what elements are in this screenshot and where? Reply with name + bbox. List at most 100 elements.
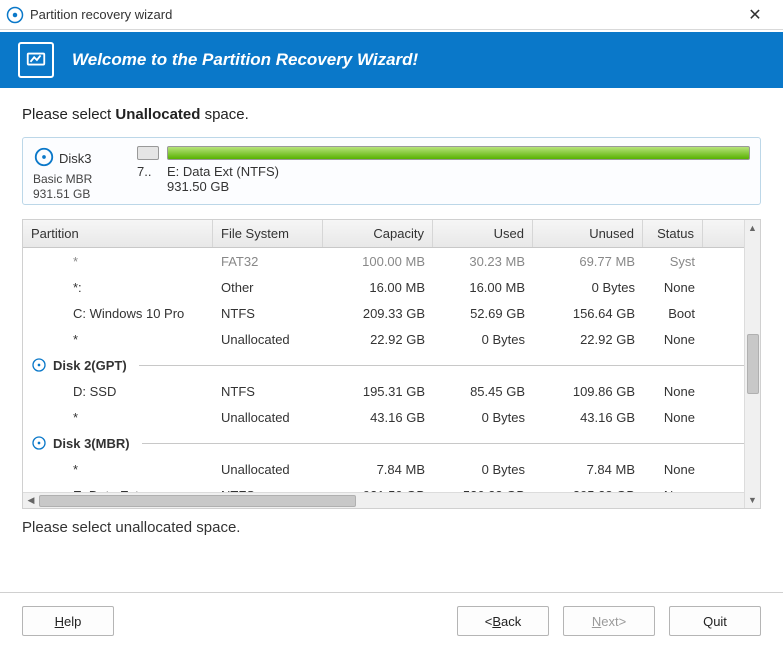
col-used[interactable]: Used xyxy=(433,220,533,247)
scroll-left-icon[interactable]: ◀ xyxy=(23,494,39,508)
cell-used: 0 Bytes xyxy=(433,462,533,477)
quit-button[interactable]: Quit xyxy=(669,606,761,636)
disk-group-row[interactable]: Disk 3(MBR) xyxy=(23,430,760,456)
cell-capacity: 22.92 GB xyxy=(323,332,433,347)
table-body: *FAT32100.00 MB30.23 MB69.77 MBSyst*:Oth… xyxy=(23,248,760,492)
cell-filesystem: Unallocated xyxy=(213,410,323,425)
table-row[interactable]: *Unallocated22.92 GB0 Bytes22.92 GBNone xyxy=(23,326,760,352)
cell-capacity: 195.31 GB xyxy=(323,384,433,399)
banner: Welcome to the Partition Recovery Wizard… xyxy=(0,32,783,88)
disk-group-icon xyxy=(31,357,47,373)
vertical-scrollbar[interactable]: ▲ ▼ xyxy=(744,220,760,508)
cell-filesystem: NTFS xyxy=(213,488,323,493)
segment-main[interactable]: E: Data Ext (NTFS) 931.50 GB xyxy=(167,146,750,196)
disk-group-row[interactable]: Disk 2(GPT) xyxy=(23,352,760,378)
cell-capacity: 7.84 MB xyxy=(323,462,433,477)
cell-status: Syst xyxy=(643,254,703,269)
cell-capacity: 931.50 GB xyxy=(323,488,433,493)
col-capacity[interactable]: Capacity xyxy=(323,220,433,247)
instruction-text: Please select Unallocated space. xyxy=(22,106,761,123)
horizontal-scrollbar[interactable]: ◀ ▶ xyxy=(23,492,760,508)
cell-status: None xyxy=(643,462,703,477)
cell-used: 30.23 MB xyxy=(433,254,533,269)
banner-text: Welcome to the Partition Recovery Wizard… xyxy=(72,50,418,70)
cell-filesystem: FAT32 xyxy=(213,254,323,269)
wizard-icon xyxy=(18,42,54,78)
table-row[interactable]: *Unallocated43.16 GB0 Bytes43.16 GBNone xyxy=(23,404,760,430)
cell-partition: *: xyxy=(23,280,213,295)
partition-table: Partition File System Capacity Used Unus… xyxy=(22,219,761,509)
table-row[interactable]: *Unallocated7.84 MB0 Bytes7.84 MBNone xyxy=(23,456,760,482)
segment-main-size: 931.50 GB xyxy=(167,179,750,194)
cell-filesystem: NTFS xyxy=(213,306,323,321)
cell-capacity: 100.00 MB xyxy=(323,254,433,269)
cell-used: 0 Bytes xyxy=(433,332,533,347)
disk-group-label: Disk 2(GPT) xyxy=(53,358,127,373)
cell-filesystem: Unallocated xyxy=(213,332,323,347)
table-row[interactable]: *:Other16.00 MB16.00 MB0 BytesNone xyxy=(23,274,760,300)
cell-partition: E: Data Ext xyxy=(23,488,213,493)
disk-info: Disk3 Basic MBR 931.51 GB xyxy=(33,146,129,196)
disk-group-label: Disk 3(MBR) xyxy=(53,436,130,451)
col-partition[interactable]: Partition xyxy=(23,220,213,247)
scroll-thumb-v[interactable] xyxy=(747,334,759,394)
hint-text: Please select unallocated space. xyxy=(22,519,761,536)
segment-main-label: E: Data Ext (NTFS) xyxy=(167,164,750,179)
instruction-bold: Unallocated xyxy=(115,106,200,123)
cell-partition: C: Windows 10 Pro xyxy=(23,306,213,321)
cell-partition: D: SSD xyxy=(23,384,213,399)
cell-filesystem: Other xyxy=(213,280,323,295)
cell-unused: 69.77 MB xyxy=(533,254,643,269)
cell-filesystem: NTFS xyxy=(213,384,323,399)
window-title: Partition recovery wizard xyxy=(30,7,172,22)
cell-unused: 109.86 GB xyxy=(533,384,643,399)
cell-used: 16.00 MB xyxy=(433,280,533,295)
cell-partition: * xyxy=(23,254,213,269)
footer: Help <Back Next> Quit xyxy=(0,593,783,649)
disk-size: 931.51 GB xyxy=(33,187,129,202)
cell-capacity: 209.33 GB xyxy=(323,306,433,321)
cell-partition: * xyxy=(23,462,213,477)
scroll-up-icon[interactable]: ▲ xyxy=(746,220,760,236)
table-row[interactable]: *FAT32100.00 MB30.23 MB69.77 MBSyst xyxy=(23,248,760,274)
cell-status: None xyxy=(643,410,703,425)
table-header: Partition File System Capacity Used Unus… xyxy=(23,220,760,248)
segment-small[interactable]: 7.. xyxy=(137,146,159,196)
segment-small-label: 7.. xyxy=(137,164,159,179)
back-button[interactable]: <Back xyxy=(457,606,549,636)
cell-unused: 395.28 GB xyxy=(533,488,643,493)
col-unused[interactable]: Unused xyxy=(533,220,643,247)
cell-used: 85.45 GB xyxy=(433,384,533,399)
table-row[interactable]: D: SSDNTFS195.31 GB85.45 GB109.86 GBNone xyxy=(23,378,760,404)
cell-unused: 156.64 GB xyxy=(533,306,643,321)
help-button[interactable]: Help xyxy=(22,606,114,636)
instruction-prefix: Please select xyxy=(22,106,115,123)
disk-group-icon xyxy=(31,435,47,451)
cell-filesystem: Unallocated xyxy=(213,462,323,477)
cell-unused: 43.16 GB xyxy=(533,410,643,425)
cell-capacity: 16.00 MB xyxy=(323,280,433,295)
disk-map[interactable]: Disk3 Basic MBR 931.51 GB 7.. E: Data Ex… xyxy=(22,137,761,205)
scroll-down-icon[interactable]: ▼ xyxy=(746,492,760,508)
cell-unused: 7.84 MB xyxy=(533,462,643,477)
cell-status: None xyxy=(643,280,703,295)
scroll-thumb-h[interactable] xyxy=(39,495,356,507)
cell-status: None xyxy=(643,332,703,347)
col-status[interactable]: Status xyxy=(643,220,703,247)
table-row[interactable]: E: Data ExtNTFS931.50 GB536.23 GB395.28 … xyxy=(23,482,760,492)
cell-partition: * xyxy=(23,332,213,347)
cell-unused: 22.92 GB xyxy=(533,332,643,347)
cell-unused: 0 Bytes xyxy=(533,280,643,295)
disk-icon xyxy=(33,146,55,172)
cell-status: Boot xyxy=(643,306,703,321)
cell-status: None xyxy=(643,384,703,399)
next-button[interactable]: Next> xyxy=(563,606,655,636)
table-row[interactable]: C: Windows 10 ProNTFS209.33 GB52.69 GB15… xyxy=(23,300,760,326)
cell-used: 536.23 GB xyxy=(433,488,533,493)
close-button[interactable]: ✕ xyxy=(735,1,775,29)
instruction-suffix: space. xyxy=(200,106,248,123)
col-filesystem[interactable]: File System xyxy=(213,220,323,247)
cell-used: 52.69 GB xyxy=(433,306,533,321)
app-icon xyxy=(6,6,24,24)
disk-label: Disk3 xyxy=(59,151,92,167)
